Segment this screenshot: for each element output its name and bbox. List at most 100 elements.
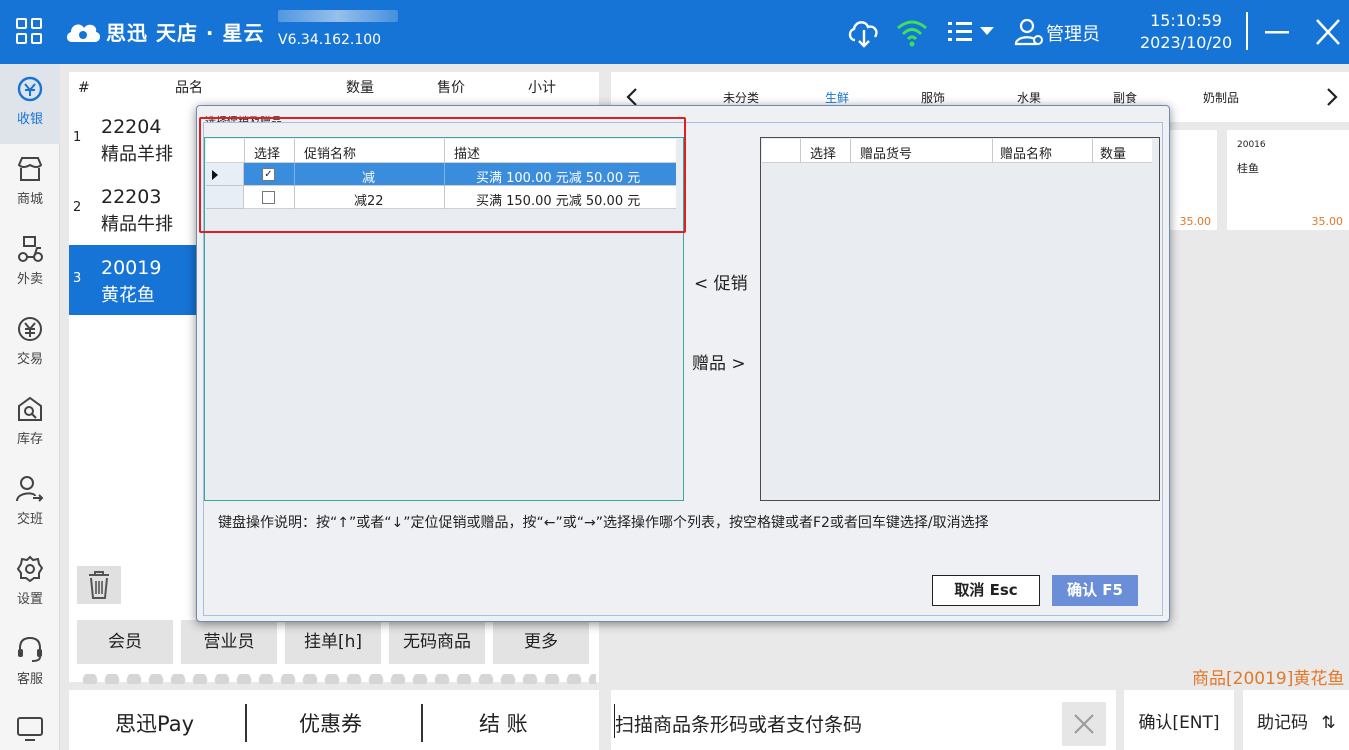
row-code: 22204: [101, 116, 162, 138]
header-index: #: [78, 80, 90, 96]
row-name: 黄花鱼: [101, 285, 155, 306]
highlight-box: [199, 117, 686, 233]
sidebar: 收银 商城 外卖 交易 库存 交班 设置 客服 后台: [0, 64, 60, 750]
category-tab[interactable]: 奶制品: [1203, 89, 1239, 106]
inventory-icon: [18, 396, 42, 421]
category-tab[interactable]: 副食: [1113, 89, 1137, 106]
row-index: 3: [73, 271, 82, 286]
row-index: 1: [73, 130, 82, 145]
col-gift-name: 赠品名称: [1000, 147, 1053, 162]
row-name: 精品羊排: [101, 144, 173, 165]
sidebar-label: 商城: [16, 192, 43, 207]
product-card[interactable]: 20016 桂鱼 35.00: [1227, 130, 1349, 230]
header-subtotal: 小计: [528, 80, 556, 96]
more-button[interactable]: 更多: [493, 620, 589, 664]
order-row-selected[interactable]: 3 20019 黄花鱼: [69, 245, 197, 315]
gift-grid-header: 选择 赠品货号 赠品名称 数量: [762, 139, 1152, 163]
confirm-enter-button[interactable]: 确认[ENT]: [1124, 690, 1234, 750]
row-name: 精品牛排: [101, 214, 173, 235]
chevron-right-icon[interactable]: [1325, 86, 1339, 108]
headset-icon: [18, 636, 42, 662]
sidebar-item-transaction[interactable]: 交易: [0, 304, 60, 384]
promotion-switch-button[interactable]: < 促销: [694, 269, 748, 294]
order-row[interactable]: 1 22204 精品羊排: [69, 104, 197, 174]
clock-time: 15:10:59: [1150, 11, 1222, 30]
sidebar-label: 交易: [16, 352, 43, 367]
top-bar: 思迅 天店 · 星云 V6.34.162.100 管理员 15:10:59 20…: [0, 0, 1349, 64]
cloud-sync-icon[interactable]: [846, 16, 880, 48]
category-tab[interactable]: 未分类: [723, 89, 759, 106]
scan-placeholder: 扫描商品条形码或者支付条码: [615, 714, 863, 736]
decorative-dots: [80, 674, 596, 684]
row-code: 20019: [101, 257, 162, 279]
current-goods-label: 商品[20019]黄花鱼: [1192, 669, 1345, 689]
sidebar-item-handover[interactable]: 交班: [0, 464, 60, 544]
clear-input-button[interactable]: [1062, 702, 1106, 746]
order-row[interactable]: 2 22203 精品牛排: [69, 174, 197, 244]
category-tab[interactable]: 水果: [1017, 89, 1041, 106]
yen-icon: [18, 317, 42, 341]
scan-input[interactable]: 扫描商品条形码或者支付条码: [611, 690, 1116, 750]
brand-name: 思迅 天店 · 星云: [106, 21, 265, 45]
mnemonic-button[interactable]: 助记码 ⇅: [1243, 690, 1349, 750]
hold-order-button[interactable]: 挂单[h]: [285, 620, 381, 664]
sidebar-item-store[interactable]: 商城: [0, 144, 60, 224]
no-barcode-item-button[interactable]: 无码商品: [389, 620, 485, 664]
product-price: 35.00: [1311, 215, 1344, 228]
delete-item-button[interactable]: [77, 566, 121, 604]
trash-icon: [89, 571, 109, 599]
header-name: 品名: [175, 80, 203, 96]
minimize-icon[interactable]: [1262, 18, 1292, 46]
admin-user-icon: [1014, 18, 1043, 46]
sidebar-label: 外卖: [16, 272, 43, 287]
menu-dropdown-icon[interactable]: [946, 16, 998, 48]
grid-line: [1092, 139, 1093, 163]
order-header: # 品名 数量 售价 小计: [69, 72, 599, 104]
col-select: 选择: [810, 147, 837, 162]
divider: [245, 704, 247, 742]
product-price: 35.00: [1179, 215, 1212, 228]
grid-line: [800, 139, 801, 163]
col-gift-qty: 数量: [1100, 147, 1127, 162]
clerk-button[interactable]: 营业员: [181, 620, 277, 664]
confirm-button[interactable]: 确认 F5: [1052, 575, 1138, 606]
sidebar-label: 收银: [16, 112, 43, 127]
monitor-icon: [17, 717, 43, 741]
gift-switch-button[interactable]: 赠品 >: [692, 349, 746, 374]
coupon-button[interactable]: 优惠券: [299, 708, 362, 738]
category-tab-active[interactable]: 生鲜: [825, 89, 849, 106]
product-name: 桂鱼: [1237, 162, 1259, 175]
close-icon[interactable]: [1313, 18, 1343, 46]
checkout-button[interactable]: 结 账: [479, 708, 528, 738]
admin-label[interactable]: 管理员: [1046, 20, 1100, 46]
sidebar-label: 库存: [16, 432, 43, 447]
sidebar-item-cashier[interactable]: 收银: [0, 64, 60, 144]
row-code: 22203: [101, 186, 162, 208]
brand-logo-icon: [66, 24, 101, 42]
cancel-button[interactable]: 取消 Esc: [932, 575, 1040, 606]
apps-grid-icon[interactable]: [16, 18, 44, 46]
sidebar-label: 客服: [16, 672, 43, 687]
sidebar-item-inventory[interactable]: 库存: [0, 384, 60, 464]
row-index: 2: [73, 200, 82, 215]
sidebar-item-service[interactable]: 客服: [0, 624, 60, 704]
sidebar-item-delivery[interactable]: 外卖: [0, 224, 60, 304]
divider: [421, 704, 423, 742]
grid-line: [850, 139, 851, 163]
cashier-icon: [17, 76, 43, 102]
store-icon: [17, 157, 43, 181]
clock: 15:10:59 2023/10/20: [1140, 10, 1232, 54]
header-qty: 数量: [346, 80, 374, 96]
col-gift-code: 赠品货号: [860, 147, 913, 162]
keyboard-hint: 键盘操作说明：按“↑”或者“↓”定位促销或赠品，按“←”或“→”选择操作哪个列表…: [218, 515, 989, 531]
gift-list: 选择 赠品货号 赠品名称 数量: [760, 137, 1160, 501]
pay-button[interactable]: 思迅Pay: [115, 708, 194, 738]
member-button[interactable]: 会员: [77, 620, 173, 664]
category-tab[interactable]: 服饰: [921, 89, 945, 106]
grid-line: [992, 139, 993, 163]
sidebar-item-backend[interactable]: 后台: [0, 704, 60, 750]
pay-bar: 思迅Pay 优惠券 结 账: [69, 690, 599, 750]
topbar-divider: [1246, 12, 1248, 50]
sidebar-item-settings[interactable]: 设置: [0, 544, 60, 624]
clock-date: 2023/10/20: [1140, 33, 1233, 52]
